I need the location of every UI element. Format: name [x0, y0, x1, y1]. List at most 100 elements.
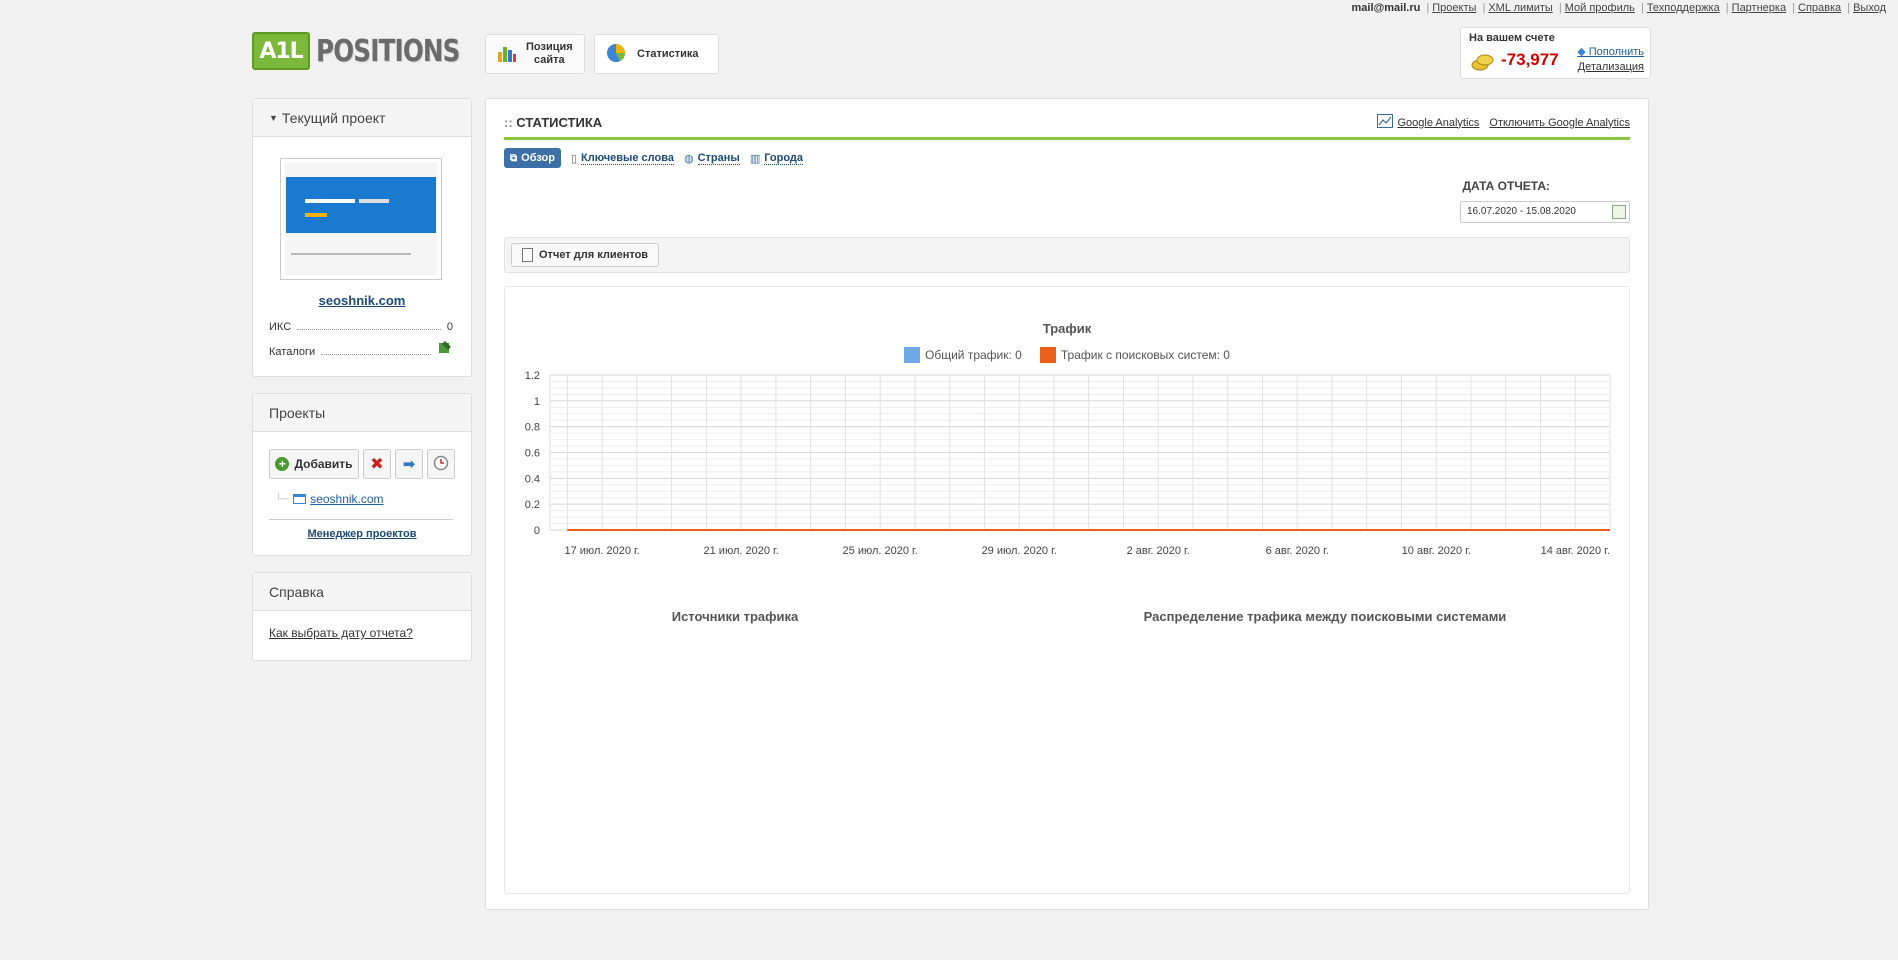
tab-statistics[interactable]: Статистика: [594, 34, 719, 74]
link-profile[interactable]: Мой профиль: [1565, 2, 1635, 14]
project-link[interactable]: seoshnik.com: [310, 492, 383, 506]
logo-mark: A1L: [252, 32, 310, 70]
coins-icon: [1471, 52, 1495, 75]
current-site-link[interactable]: seoshnik.com: [253, 293, 471, 308]
y-tick-label: 0.4: [525, 473, 540, 485]
arrow-right-icon: ➡: [402, 456, 416, 473]
add-project-button[interactable]: + Добавить: [269, 449, 359, 479]
balance-title: На вашем счете: [1469, 32, 1555, 44]
legend-item-total[interactable]: Общий трафик: 0: [904, 347, 1022, 363]
x-tick-label: 10 авг. 2020 г.: [1402, 545, 1471, 557]
link-support[interactable]: Техподдержка: [1647, 2, 1720, 14]
chart-legend: Общий трафик: 0 Трафик с поисковых систе…: [505, 347, 1629, 363]
pie-chart-icon: [605, 42, 627, 67]
catalogs-row: Каталоги: [269, 339, 453, 358]
document-icon: ▯: [570, 152, 578, 165]
balance-amount: -73,977: [1501, 50, 1559, 69]
move-project-button[interactable]: ➡: [395, 449, 423, 479]
plus-circle-icon: +: [275, 457, 290, 471]
link-help[interactable]: Справка: [1798, 2, 1841, 14]
y-tick-label: 0.2: [525, 499, 540, 511]
close-icon: ✖: [370, 456, 384, 473]
tab-cities[interactable]: ▥ Города: [749, 152, 804, 165]
iks-label: ИКС: [269, 321, 292, 333]
disconnect-ga-link[interactable]: Отключить Google Analytics: [1489, 117, 1630, 129]
charts-area: Трафик Общий трафик: 0 Трафик с поисковы…: [504, 286, 1630, 894]
x-tick-label: 25 июл. 2020 г.: [843, 545, 918, 557]
schedule-project-button[interactable]: [427, 449, 455, 479]
help-panel: Справка Как выбрать дату отчета?: [252, 572, 472, 661]
page-title: :: СТАТИСТИКА: [504, 115, 603, 130]
y-tick-label: 1: [534, 396, 540, 408]
balance-box: На вашем счете -73,977 ◆ Пополнить Детал…: [1460, 27, 1651, 79]
help-header: Справка: [253, 573, 471, 611]
city-icon: ▥: [749, 152, 761, 165]
refill-link[interactable]: ◆ Пополнить: [1577, 45, 1644, 58]
overview-icon: ⧉: [510, 152, 518, 164]
triangle-down-icon: ▼: [269, 112, 278, 123]
link-logout[interactable]: Выход: [1853, 2, 1886, 14]
tab-site-positions-label: Позиция сайта: [526, 41, 573, 66]
legend-item-search[interactable]: Трафик с поисковых систем: 0: [1039, 347, 1230, 363]
chart-title: Трафик: [1042, 321, 1092, 336]
y-tick-label: 1.2: [525, 370, 540, 382]
x-tick-label: 14 авг. 2020 г.: [1541, 545, 1610, 557]
y-tick-label: 0.8: [525, 422, 540, 434]
report-date-label: ДАТА ОТЧЕТА:: [1462, 179, 1550, 193]
title-divider: [504, 137, 1630, 140]
globe-icon: ◍: [683, 152, 694, 165]
site-thumbnail[interactable]: [280, 158, 442, 280]
help-date-link[interactable]: Как выбрать дату отчета?: [269, 626, 413, 640]
traffic-sources-title: Источники трафика: [671, 609, 799, 624]
window-icon: [293, 494, 307, 504]
user-email: mail@mail.ru: [1351, 2, 1421, 14]
legend-swatch-search: [1039, 347, 1056, 363]
details-link[interactable]: Детализация: [1578, 61, 1644, 73]
x-tick-label: 29 июл. 2020 г.: [982, 545, 1057, 557]
link-projects[interactable]: Проекты: [1432, 2, 1476, 14]
legend-swatch-total: [904, 347, 921, 363]
link-xml-limits[interactable]: XML лимиты: [1488, 2, 1552, 14]
delete-project-button[interactable]: ✖: [363, 449, 391, 479]
traffic-chart: 0 0.2 0.4 0.6 0.8 1 1.2 17 июл. 2020 г. 21 июл. …: [525, 370, 1611, 557]
x-tick-label: 2 авг. 2020 г.: [1127, 545, 1190, 557]
plus-icon: ◆: [1577, 46, 1589, 58]
catalogs-label: Каталоги: [269, 346, 316, 358]
link-partner[interactable]: Партнерка: [1732, 2, 1786, 14]
y-tick-label: 0: [534, 525, 540, 537]
google-analytics-link[interactable]: Google Analytics: [1397, 117, 1479, 129]
bar-chart-icon: [496, 42, 518, 67]
x-tick-label: 17 июл. 2020 г.: [565, 545, 640, 557]
clock-icon: [433, 455, 449, 474]
iks-row: ИКС 0: [269, 321, 453, 333]
current-project-header[interactable]: ▼ Текущий проект: [253, 99, 471, 137]
report-toolbar: Отчет для клиентов: [504, 237, 1630, 273]
catalog-edit-icon[interactable]: [437, 339, 453, 358]
x-tick-label: 21 июл. 2020 г.: [704, 545, 779, 557]
calendar-icon[interactable]: [1612, 205, 1626, 219]
current-project-panel: ▼ Текущий проект seoshnik.com ИКС 0 Ката…: [252, 98, 472, 377]
client-report-button[interactable]: Отчет для клиентов: [511, 243, 660, 267]
tab-countries[interactable]: ◍ Страны: [684, 152, 740, 165]
statistics-panel: :: СТАТИСТИКА Google Analytics Отключить…: [485, 98, 1649, 910]
report-document-icon: [522, 248, 533, 262]
x-tick-label: 6 авг. 2020 г.: [1266, 545, 1329, 557]
stat-tabs: ⧉ Обзор ▯ Ключевые слова ◍ Страны ▥ Горо…: [504, 148, 804, 168]
tree-branch-icon: └─: [275, 493, 290, 505]
tab-overview[interactable]: ⧉ Обзор: [504, 148, 561, 168]
projects-panel: Проекты + Добавить ✖ ➡ └─ seoshnik.com М…: [252, 393, 472, 556]
iks-value: 0: [446, 321, 453, 333]
traffic-distribution-title: Распределение трафика между поисковыми с…: [1143, 609, 1507, 624]
tab-keywords[interactable]: ▯ Ключевые слова: [571, 152, 674, 165]
y-tick-label: 0.6: [525, 448, 540, 460]
project-manager-link[interactable]: Менеджер проектов: [253, 528, 471, 540]
tab-statistics-label: Статистика: [637, 48, 699, 60]
logo-text: POSITIONS: [316, 33, 460, 69]
projects-header: Проекты: [253, 394, 471, 432]
logo[interactable]: A1L POSITIONS: [252, 32, 491, 70]
project-list-item[interactable]: └─ seoshnik.com: [275, 492, 384, 506]
top-links: mail@mail.ru | Проекты | XML лимиты | Мой п…: [1351, 2, 1886, 14]
ga-chart-icon: [1377, 114, 1394, 131]
tab-site-positions[interactable]: Позиция сайта: [485, 34, 585, 74]
report-date-input[interactable]: 16.07.2020 - 15.08.2020: [1460, 201, 1630, 223]
